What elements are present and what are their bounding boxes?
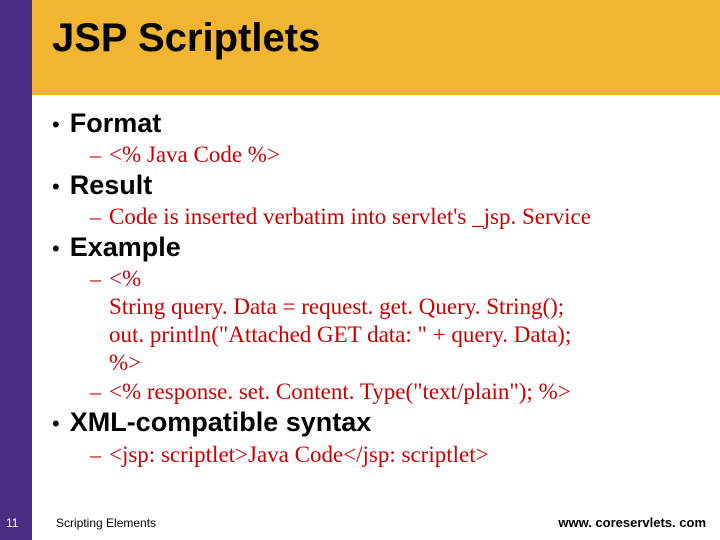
slide-title: JSP Scriptlets [52,16,320,61]
sub-item: – <% response. set. Content. Type("text/… [90,378,692,406]
sub-item: – <jsp: scriptlet>Java Code</jsp: script… [90,441,692,469]
bullet-icon: • [52,114,60,136]
sub-text: <jsp: scriptlet>Java Code</jsp: scriptle… [109,441,489,469]
dash-icon: – [90,378,101,406]
bullet-label: Result [70,170,153,201]
bullet-icon: • [52,413,60,435]
left-stripe [0,0,32,540]
footer: 11 Scripting Elements www. coreservlets.… [0,508,720,530]
dash-icon: – [90,141,101,169]
bullet-item: • Example [52,232,692,263]
dash-icon: – [90,441,101,469]
bullet-label: Example [70,232,181,263]
sub-item: – Code is inserted verbatim into servlet… [90,203,692,231]
sub-text: <% String query. Data = request. get. Qu… [109,265,571,377]
sub-item: – <% Java Code %> [90,141,692,169]
sub-text: Code is inserted verbatim into servlet's… [109,203,591,231]
bullet-item: • Result [52,170,692,201]
bullet-label: Format [70,108,162,139]
sub-text: <% Java Code %> [109,141,280,169]
bullet-item: • XML-compatible syntax [52,407,692,438]
sub-item: – <% String query. Data = request. get. … [90,265,692,377]
bullet-item: • Format [52,108,692,139]
bullet-label: XML-compatible syntax [70,407,372,438]
bullet-icon: • [52,238,60,260]
bullet-icon: • [52,176,60,198]
footer-right-text: www. coreservlets. com [558,515,706,530]
dash-icon: – [90,265,101,293]
page-number: 11 [6,516,18,530]
dash-icon: – [90,203,101,231]
footer-left-text: Scripting Elements [56,516,156,530]
content-area: • Format – <% Java Code %> • Result – Co… [52,108,692,470]
sub-text: <% response. set. Content. Type("text/pl… [109,378,571,406]
